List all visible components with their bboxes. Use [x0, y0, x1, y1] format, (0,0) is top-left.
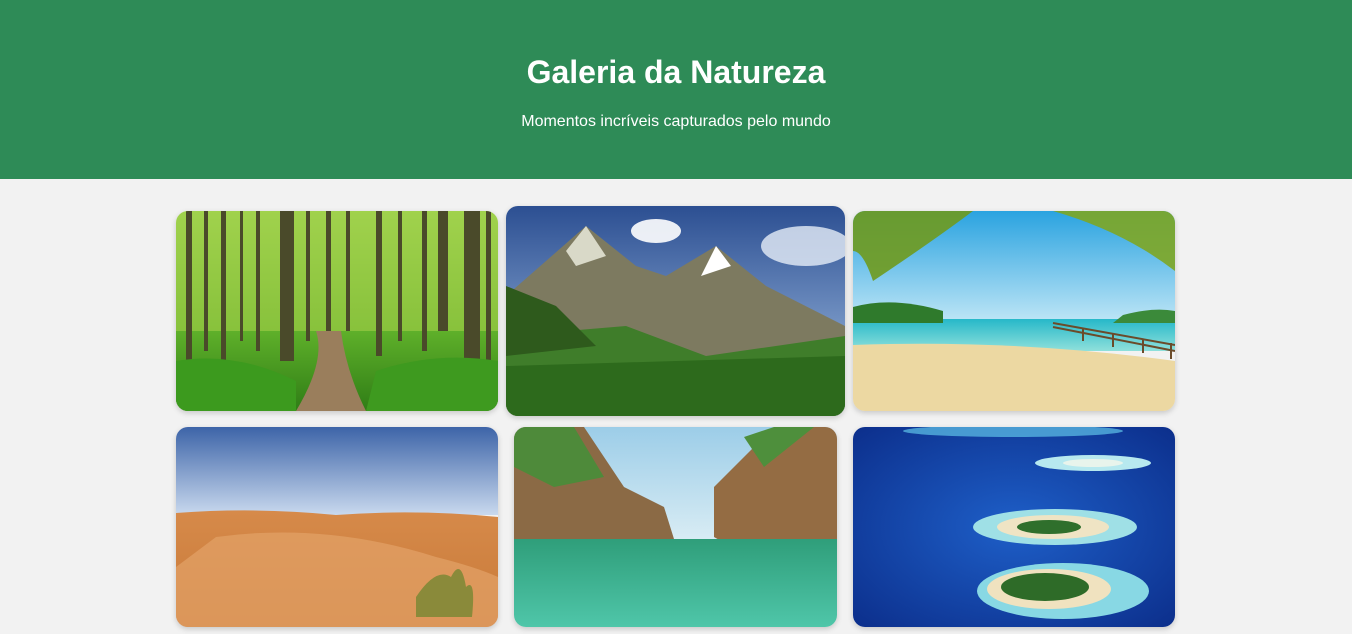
gallery-image-canyon[interactable]	[514, 427, 837, 627]
forest-image	[176, 211, 498, 411]
gallery-image-desert[interactable]	[176, 427, 498, 627]
gallery-image-islands[interactable]	[853, 427, 1175, 627]
page-header: Galeria da Natureza Momentos incríveis c…	[0, 0, 1352, 179]
desert-image	[176, 427, 498, 627]
page-title: Galeria da Natureza	[526, 54, 826, 90]
gallery-image-mountains[interactable]	[506, 206, 845, 416]
gallery-image-beach[interactable]	[853, 211, 1175, 411]
islands-image	[853, 427, 1175, 627]
beach-image	[853, 211, 1175, 411]
canyon-image	[514, 427, 837, 627]
gallery-image-forest[interactable]	[176, 211, 498, 411]
mountains-image	[506, 206, 845, 416]
page-subtitle: Momentos incríveis capturados pelo mundo	[521, 113, 831, 130]
